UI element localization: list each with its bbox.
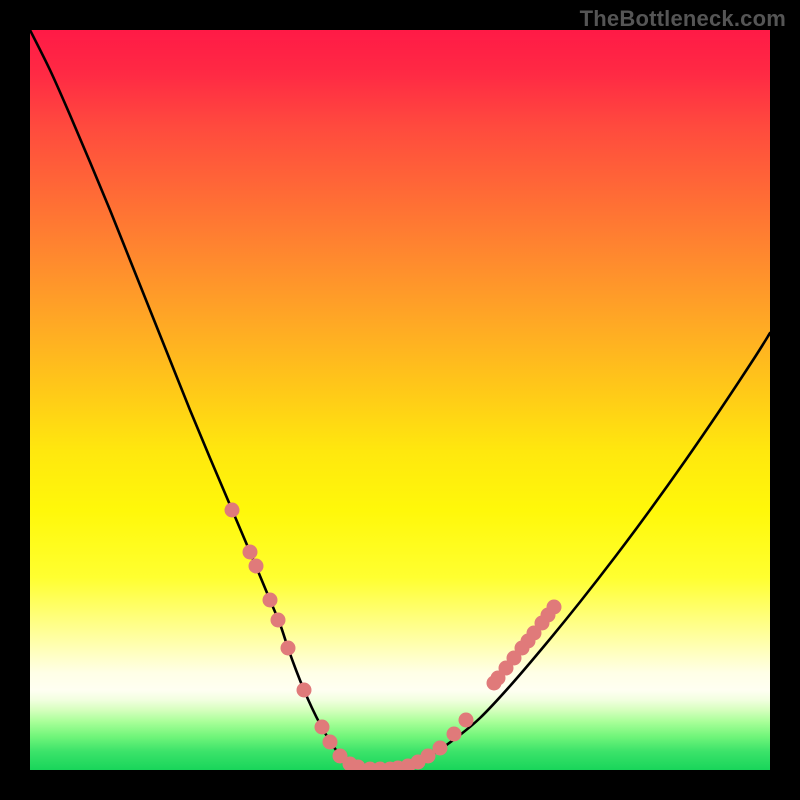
marker-dot <box>547 600 562 615</box>
bottleneck-chart <box>0 0 800 800</box>
marker-dot <box>459 713 474 728</box>
marker-dot <box>243 545 258 560</box>
chart-frame: TheBottleneck.com <box>0 0 800 800</box>
marker-dot <box>323 735 338 750</box>
marker-dot <box>433 741 448 756</box>
marker-dot <box>447 727 462 742</box>
plot-background <box>30 30 770 770</box>
marker-dot <box>281 641 296 656</box>
marker-dot <box>271 613 286 628</box>
marker-dot <box>225 503 240 518</box>
marker-dot <box>263 593 278 608</box>
marker-dot <box>297 683 312 698</box>
marker-dot <box>315 720 330 735</box>
marker-dot <box>249 559 264 574</box>
watermark-label: TheBottleneck.com <box>580 6 786 32</box>
